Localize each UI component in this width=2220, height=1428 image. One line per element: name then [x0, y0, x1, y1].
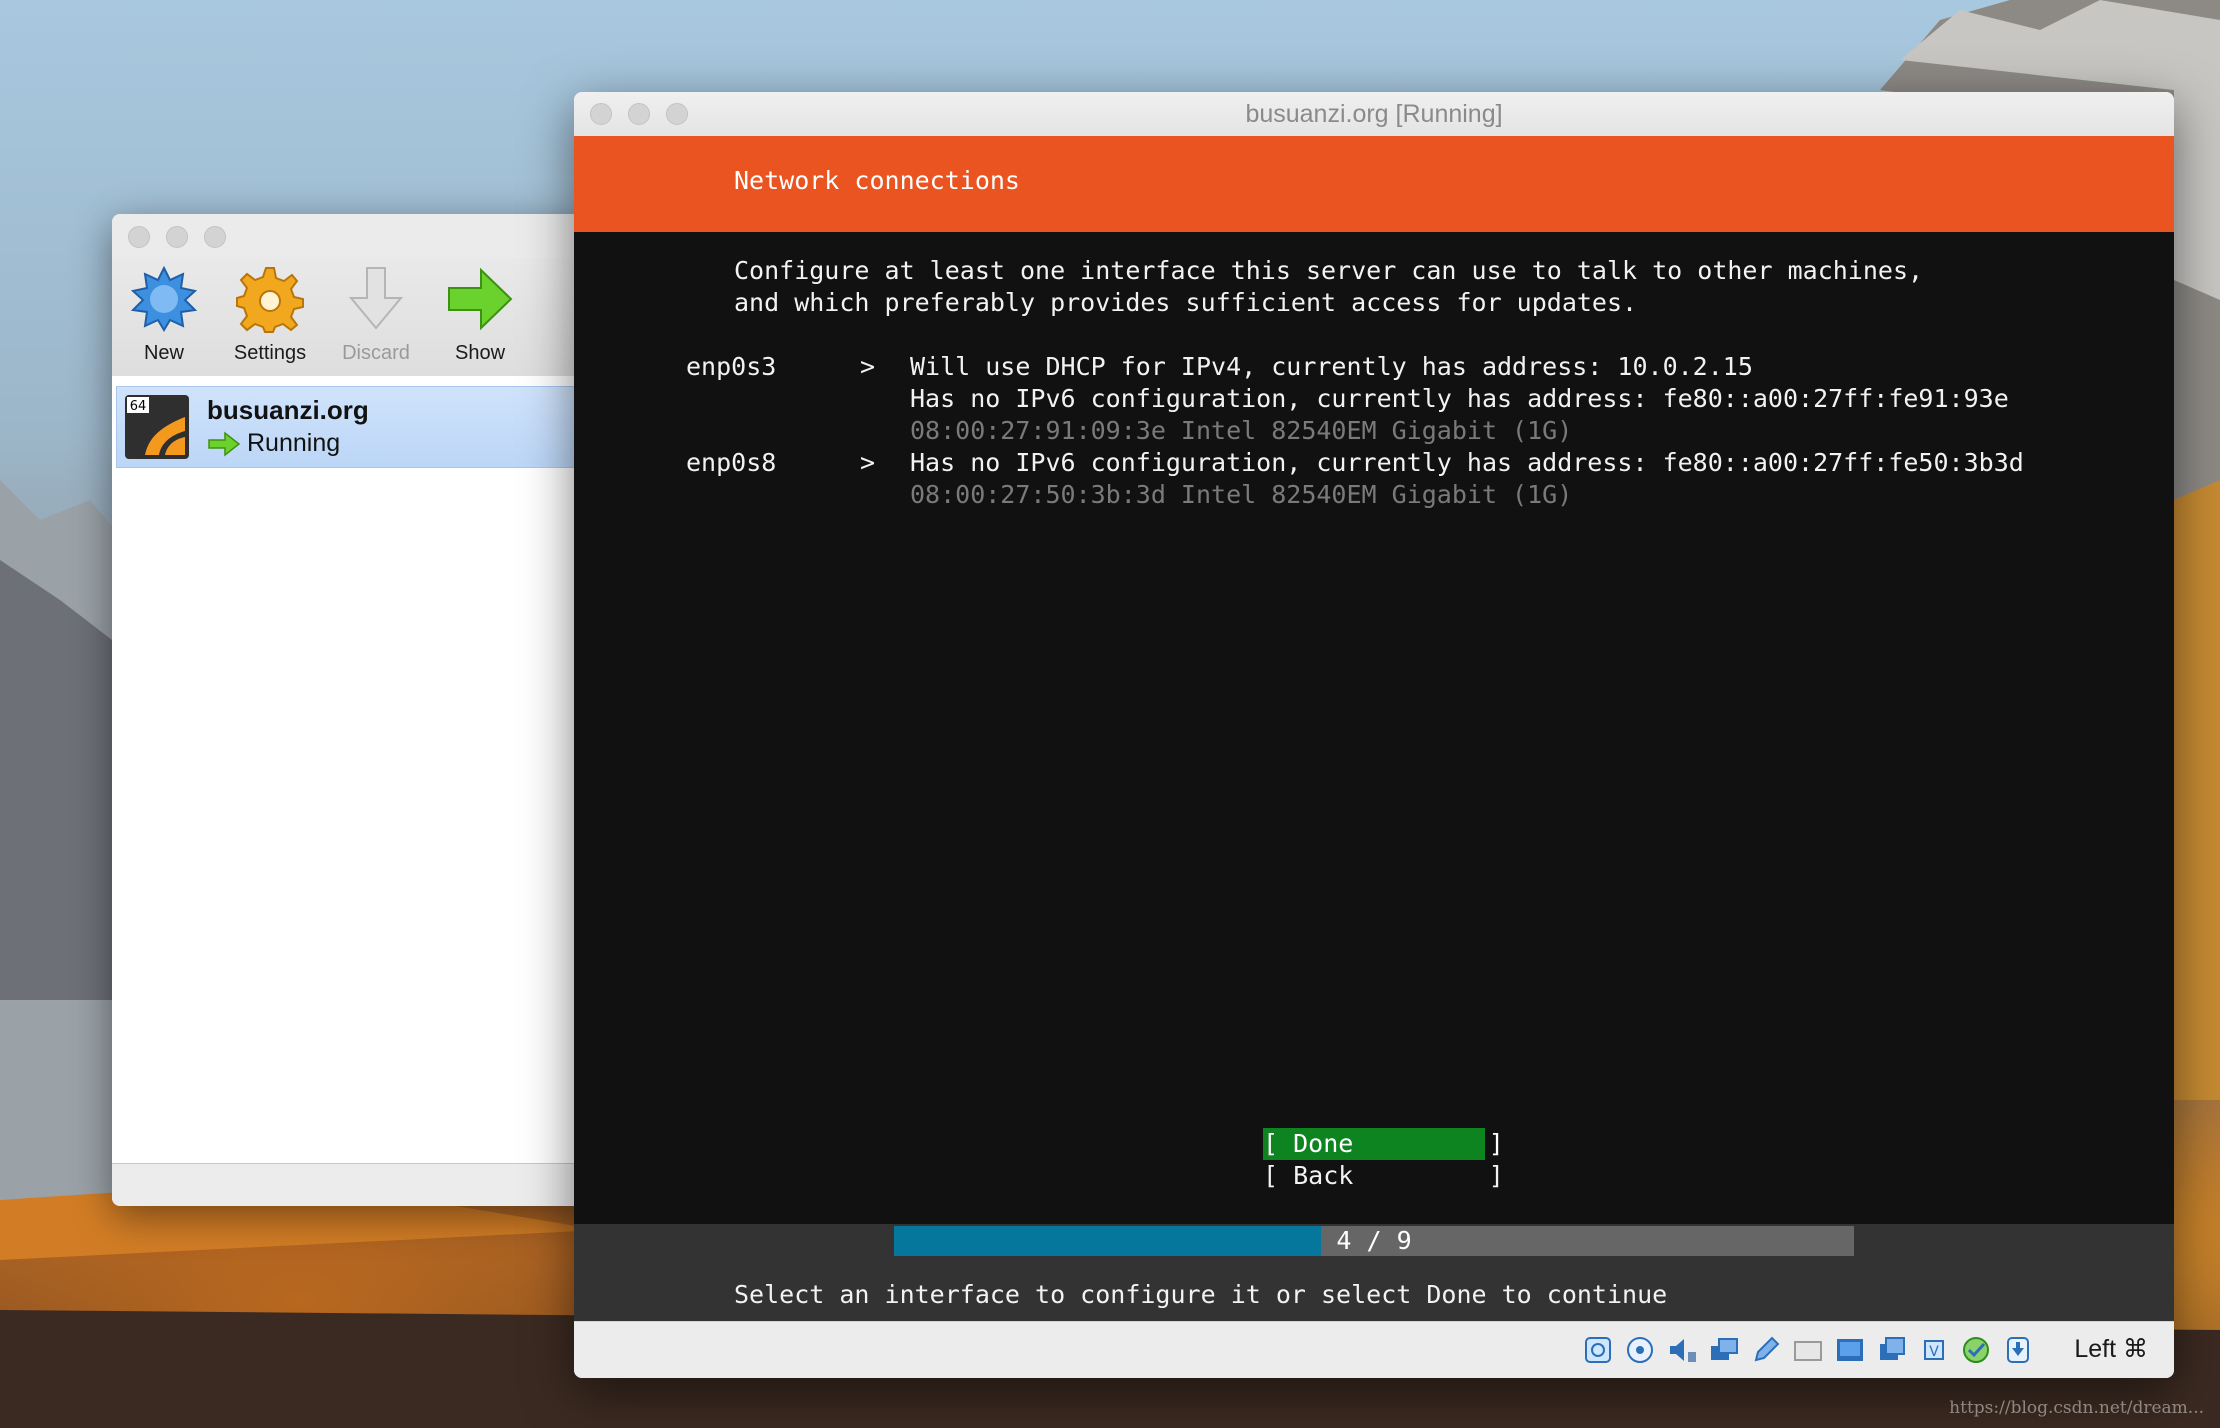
settings-button[interactable]: Settings [220, 264, 320, 365]
vm-os-badge: 64 [130, 399, 147, 414]
vm-window-titlebar: busuanzi.org [Running] [574, 92, 2174, 137]
done-button[interactable]: [ Done ] [1263, 1128, 1504, 1160]
vm-console-screen[interactable]: Network connections Configure at least o… [574, 136, 2174, 1322]
interface-name: enp0s8 [686, 448, 777, 477]
show-button[interactable]: Show [430, 264, 530, 365]
new-label: New [143, 342, 184, 364]
vm-list-item[interactable]: 64 busuanzi.org Running [116, 386, 592, 468]
vm-window: busuanzi.org [Running] Network connectio… [574, 92, 2174, 1378]
discard-button[interactable]: Discard [326, 264, 426, 365]
vm-statusbar: V Left ⌘ [574, 1321, 2174, 1378]
display-icon[interactable] [1834, 1334, 1866, 1366]
vm-window-title: busuanzi.org [Running] [1245, 100, 1503, 128]
manager-toolbar: New Settings Discard Show [112, 258, 592, 377]
new-starburst-icon [130, 265, 198, 332]
settings-label: Settings [233, 342, 307, 364]
installer-header: Network connections [574, 136, 2174, 232]
interface-expand-arrow: > [860, 448, 876, 477]
virtualbox-manager-window: New Settings Discard Show 64 busuanzi.or… [112, 214, 592, 1206]
interface-ipv4-info: Will use DHCP for IPv4, currently has ad… [910, 352, 1753, 381]
progress-row: 4 / 9 [574, 1224, 2174, 1256]
host-key-indicator: Left ⌘ [2074, 1335, 2148, 1363]
cpu-icon[interactable]: V [1918, 1334, 1950, 1366]
manager-bottom-bar [112, 1163, 592, 1206]
mouse-integration-icon[interactable] [2002, 1334, 2034, 1366]
gear-icon [236, 267, 304, 333]
intro-text-line-2: and which preferably provides sufficient… [734, 288, 1638, 317]
network-icon[interactable] [1708, 1334, 1740, 1366]
interface-ipv6-info: Has no IPv6 configuration, currently has… [910, 384, 2009, 413]
vm-state-text: Running [247, 429, 341, 457]
install-progress-text: 4 / 9 [1336, 1226, 1412, 1255]
manager-titlebar [112, 214, 592, 258]
zoom-window-button[interactable] [204, 226, 226, 248]
vm-state: Running [207, 429, 340, 458]
show-label: Show [454, 342, 506, 364]
discard-label: Discard [342, 342, 410, 364]
minimize-window-button[interactable] [166, 226, 188, 248]
footer-hint-text: Select an interface to configure it or s… [734, 1280, 1668, 1309]
interface-hardware-info: 08:00:27:50:3b:3d Intel 82540EM Gigabit … [910, 480, 1573, 509]
shared-folder-icon[interactable] [1792, 1334, 1824, 1366]
new-button[interactable]: New [114, 264, 214, 365]
back-button[interactable]: [ Back ] [1263, 1160, 1504, 1192]
vm-list: 64 busuanzi.org Running [112, 376, 592, 1164]
running-arrow-icon [208, 430, 241, 457]
discard-arrow-down-icon [348, 267, 404, 330]
intro-text-line-1: Configure at least one interface this se… [734, 256, 1924, 285]
video-capture-icon[interactable] [1876, 1334, 1908, 1366]
show-arrow-right-icon [448, 267, 513, 331]
optical-drive-icon[interactable] [1624, 1334, 1656, 1366]
installer-header-title: Network connections [734, 166, 1020, 195]
audio-icon[interactable] [1666, 1334, 1698, 1366]
install-progress-bar: 4 / 9 [894, 1226, 1854, 1256]
installer-footer: Select an interface to configure it or s… [574, 1256, 2174, 1322]
svg-text:V: V [1929, 1344, 1939, 1360]
close-window-button[interactable] [128, 226, 150, 248]
interface-ipv6-info: Has no IPv6 configuration, currently has… [910, 448, 2024, 477]
interface-name: enp0s3 [686, 352, 777, 381]
ubuntu-64bit-os-icon: 64 [125, 395, 189, 459]
interface-hardware-info: 08:00:27:91:09:3e Intel 82540EM Gigabit … [910, 416, 1573, 445]
vm-name: busuanzi.org [207, 395, 369, 425]
hard-disk-icon[interactable] [1582, 1334, 1614, 1366]
guest-additions-icon[interactable] [1960, 1334, 1992, 1366]
watermark-text: https://blog.csdn.net/dream... [1949, 1398, 2204, 1418]
interface-expand-arrow: > [860, 352, 876, 381]
usb-pencil-icon[interactable] [1750, 1334, 1782, 1366]
